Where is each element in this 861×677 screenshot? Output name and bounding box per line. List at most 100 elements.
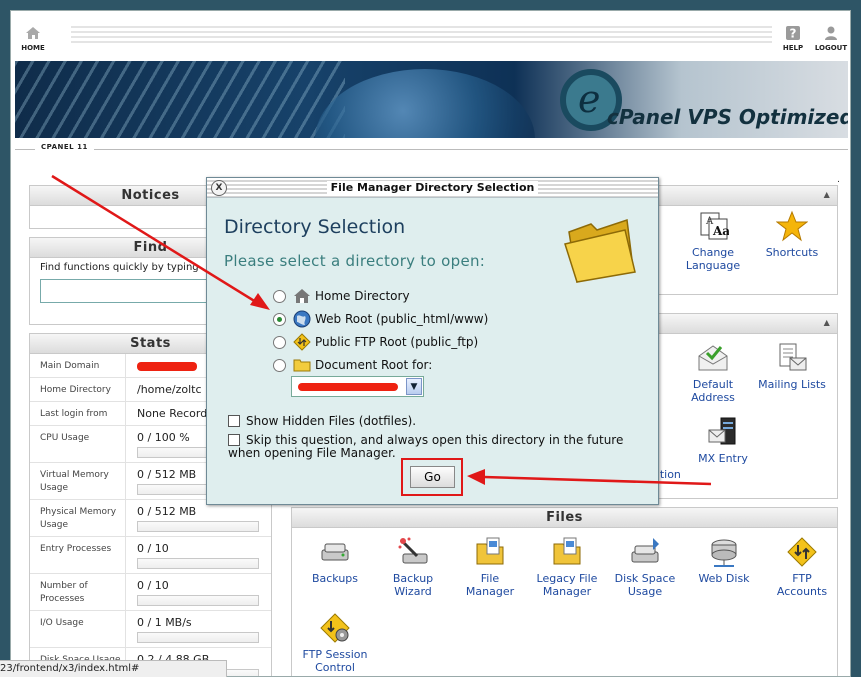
help-button[interactable]: ? HELP xyxy=(773,25,813,52)
mailing-lists-link[interactable]: Mailing Lists xyxy=(757,342,827,391)
default-address-label: Default Address xyxy=(691,378,735,404)
stats-key: CPU Usage xyxy=(30,426,126,462)
banner-cables xyxy=(15,61,345,138)
web-disk-label: Web Disk xyxy=(698,572,750,585)
banner-globe xyxy=(315,69,535,138)
folder-icon xyxy=(293,359,311,372)
stats-key: Number of Processes xyxy=(30,574,126,610)
show-hidden-checkbox-box[interactable] xyxy=(228,415,240,427)
backup-wizard-link[interactable]: Backup Wizard xyxy=(378,536,448,598)
option-home-directory-label: Home Directory xyxy=(315,289,410,303)
document-root-select[interactable]: ▼ xyxy=(291,376,424,397)
home-icon xyxy=(294,289,310,303)
stats-value: 0 / 1 MB/s xyxy=(126,611,271,647)
help-label: HELP xyxy=(782,44,804,52)
option-document-root-label: Document Root for: xyxy=(315,358,433,372)
radio-web-root[interactable] xyxy=(273,312,286,326)
stats-value: 0 / 10 xyxy=(126,574,271,610)
stats-row: Number of Processes 0 / 10 xyxy=(30,574,271,611)
dialog-titlebar[interactable]: X File Manager Directory Selection xyxy=(207,178,658,198)
dialog-close-icon[interactable]: X xyxy=(211,180,227,196)
logout-label: LOGOUT xyxy=(814,44,848,52)
top-stripes xyxy=(71,23,772,45)
skip-question-label: Skip this question, and always open this… xyxy=(228,433,624,460)
envelope-check-icon xyxy=(697,342,729,374)
go-button[interactable]: Go xyxy=(410,466,455,488)
breadcrumb-rule xyxy=(15,149,848,150)
usage-bar xyxy=(137,521,259,532)
breadcrumb-dot: . xyxy=(837,175,840,185)
dialog-prompt: Please select a directory to open: xyxy=(224,252,486,270)
mailing-list-icon xyxy=(776,342,808,374)
cpanel-banner: e cPanel VPS Optimized 3 xyxy=(15,61,848,138)
star-icon xyxy=(775,210,809,242)
home-button[interactable]: HOME xyxy=(13,25,53,52)
backups-link[interactable]: Backups xyxy=(300,536,370,585)
shortcuts-link[interactable]: Shortcuts xyxy=(757,210,827,259)
change-language-link[interactable]: A Aa Change Language xyxy=(678,210,748,272)
redaction-mark xyxy=(298,383,398,391)
option-web-root-label: Web Root (public_html/www) xyxy=(315,312,489,326)
stats-value: 0 / 10 xyxy=(126,537,271,573)
file-manager-dialog: X File Manager Directory Selection Direc… xyxy=(206,177,659,505)
show-hidden-files-checkbox[interactable]: Show Hidden Files (dotfiles). xyxy=(228,415,416,428)
stats-value-text: 0 / 512 MB xyxy=(137,505,197,518)
breadcrumb: CPANEL 11 . xyxy=(15,141,848,185)
backup-wizard-icon xyxy=(397,536,429,568)
globe-icon xyxy=(293,310,311,328)
svg-text:Aa: Aa xyxy=(712,224,729,238)
legacy-file-manager-icon xyxy=(551,536,583,568)
radio-home-directory[interactable] xyxy=(273,289,286,303)
stats-key: Entry Processes xyxy=(30,537,126,573)
files-title[interactable]: Files xyxy=(292,508,837,528)
stats-row: Physical Memory Usage 0 / 512 MB xyxy=(30,500,271,537)
stats-key: Last login from xyxy=(30,402,126,425)
stats-key: Main Domain xyxy=(30,354,126,377)
top-navigation: HOME ? HELP LOGOUT xyxy=(11,11,850,61)
web-disk-link[interactable]: Web Disk xyxy=(689,536,759,585)
backups-label: Backups xyxy=(311,572,359,585)
stats-value-text: 0 / 10 xyxy=(137,542,169,555)
brand-text: cPanel VPS Optimized xyxy=(607,105,848,129)
home-label: HOME xyxy=(21,44,45,52)
dialog-heading: Directory Selection xyxy=(224,216,406,238)
default-address-link[interactable]: Default Address xyxy=(678,342,748,404)
option-document-root[interactable]: Document Root for: xyxy=(273,355,432,375)
legacy-file-manager-link[interactable]: Legacy File Manager xyxy=(532,536,602,598)
ftp-accounts-label: FTP Accounts xyxy=(776,572,828,598)
stats-row: Entry Processes 0 / 10 xyxy=(30,537,271,574)
stats-key: Physical Memory Usage xyxy=(30,500,126,536)
option-home-directory[interactable]: Home Directory xyxy=(273,286,410,306)
stats-value: 0 / 512 MB xyxy=(126,500,271,536)
user-logout-icon xyxy=(825,26,837,40)
legacy-file-manager-label: Legacy File Manager xyxy=(536,572,598,598)
show-hidden-label: Show Hidden Files (dotfiles). xyxy=(246,414,417,428)
mx-entry-label: MX Entry xyxy=(698,452,748,465)
stats-value-text: 0 / 1 MB/s xyxy=(137,616,192,629)
breadcrumb-text: CPANEL 11 xyxy=(35,143,94,151)
mx-entry-link[interactable]: MX Entry xyxy=(688,416,758,465)
home-icon xyxy=(26,27,40,39)
change-language-label: Change Language xyxy=(685,246,741,272)
collapse-icon[interactable]: ▲ xyxy=(821,318,833,328)
logout-button[interactable]: LOGOUT xyxy=(811,25,850,52)
disk-space-usage-link[interactable]: Disk Space Usage xyxy=(610,536,680,598)
ftp-session-control-link[interactable]: FTP Session Control xyxy=(300,612,370,674)
option-public-ftp-root[interactable]: Public FTP Root (public_ftp) xyxy=(273,332,478,352)
radio-document-root[interactable] xyxy=(273,358,286,372)
ftp-session-control-label: FTP Session Control xyxy=(302,648,368,674)
collapse-icon[interactable]: ▲ xyxy=(821,190,833,200)
skip-question-checkbox[interactable]: Skip this question, and always open this… xyxy=(228,434,628,460)
ftp-accounts-icon xyxy=(786,536,818,568)
skip-question-checkbox-box[interactable] xyxy=(228,434,240,446)
svg-text:?: ? xyxy=(790,27,797,41)
ftp-session-control-icon xyxy=(319,612,351,644)
stats-row: I/O Usage 0 / 1 MB/s xyxy=(30,611,271,648)
disk-space-usage-icon xyxy=(629,536,661,568)
option-web-root[interactable]: Web Root (public_html/www) xyxy=(273,309,488,329)
radio-public-ftp-root[interactable] xyxy=(273,335,286,349)
mailing-lists-label: Mailing Lists xyxy=(758,378,826,391)
ftp-accounts-link[interactable]: FTP Accounts xyxy=(767,536,837,598)
chevron-down-icon[interactable]: ▼ xyxy=(406,378,422,395)
file-manager-link[interactable]: File Manager xyxy=(455,536,525,598)
